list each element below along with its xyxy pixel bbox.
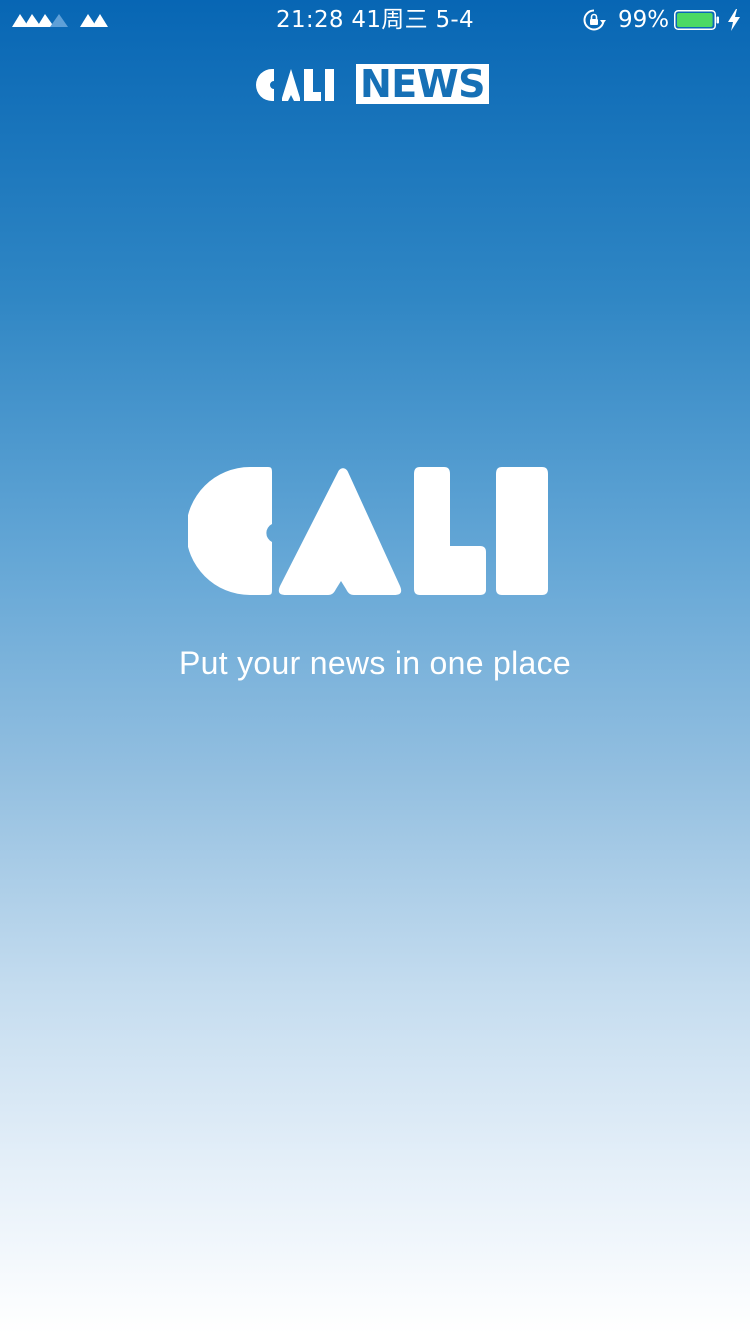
tagline: Put your news in one place bbox=[178, 645, 572, 681]
battery-icon bbox=[674, 10, 719, 30]
battery-percentage: 99% bbox=[618, 7, 670, 33]
battery-fill bbox=[677, 13, 713, 27]
cali-logo-icon bbox=[188, 467, 548, 595]
header-logo-mark bbox=[256, 69, 334, 101]
charging-bolt-icon bbox=[728, 9, 740, 31]
status-bar: 21:28 41周三 5-4 99% bbox=[0, 0, 750, 40]
header-logo: NEWS bbox=[254, 64, 490, 104]
header-logo-news-box: NEWS bbox=[356, 64, 490, 104]
rotation-lock-icon bbox=[583, 9, 606, 31]
